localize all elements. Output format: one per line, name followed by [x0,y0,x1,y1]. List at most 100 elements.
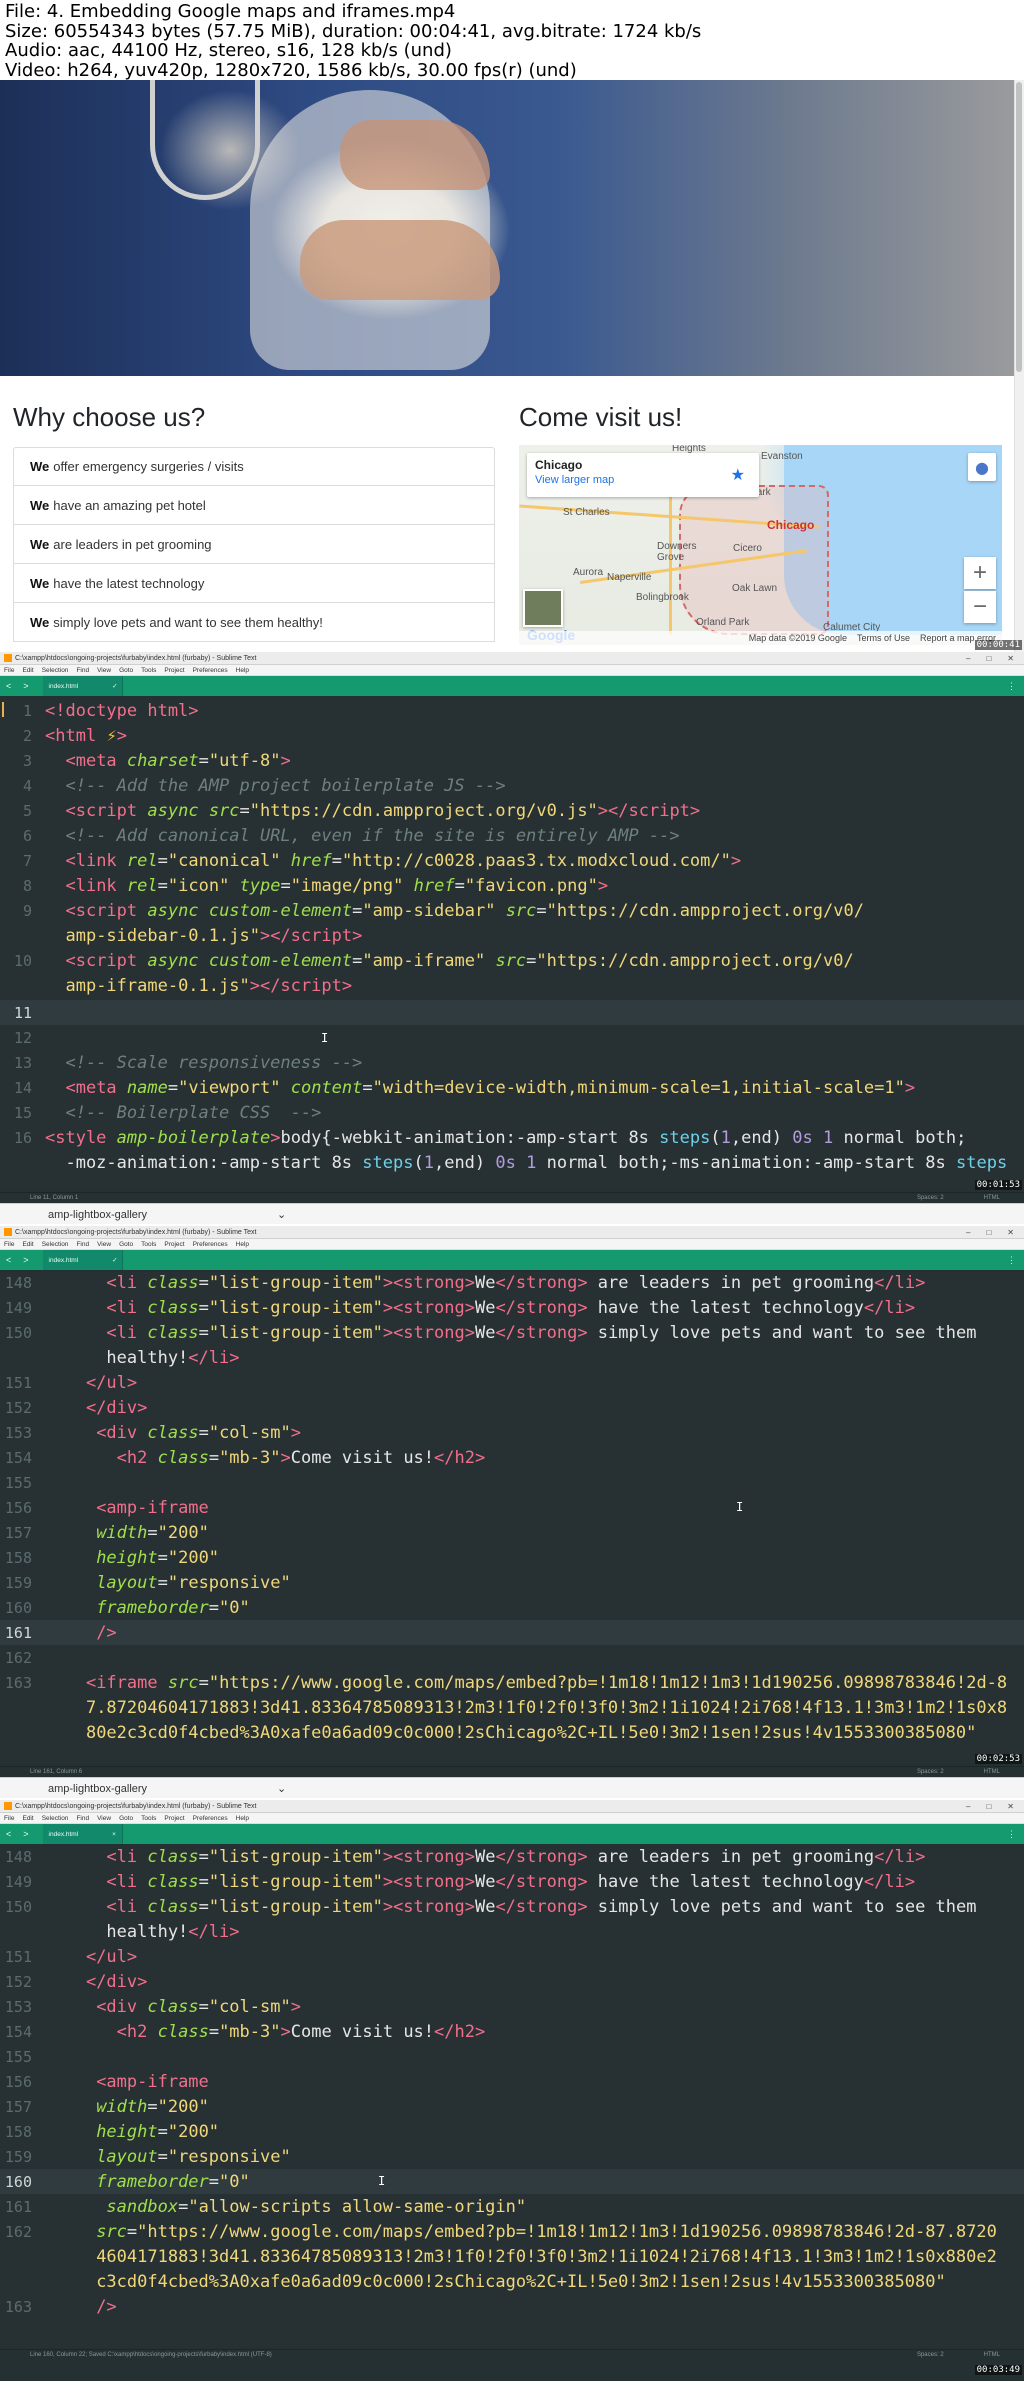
status-indent[interactable]: Spaces: 2 [917,1195,944,1201]
menu-selection[interactable]: Selection [42,667,69,674]
menu-file[interactable]: File [4,1241,14,1248]
status-syntax[interactable]: HTML [984,1195,1000,1201]
terms-link[interactable]: Terms of Use [857,633,910,643]
text-cursor-icon: I [736,1500,744,1514]
pegman-icon[interactable]: ● [968,453,996,481]
menu-edit[interactable]: Edit [22,667,33,674]
tab-close-icon[interactable]: ✓ [112,682,117,690]
maximize-icon[interactable]: □ [986,654,991,663]
hand-shape [340,120,490,190]
video-timestamp: 00:02:53 [974,1754,1022,1764]
file-name: File: 4. Embedding Google maps and ifram… [5,1,456,22]
menu-tools[interactable]: Tools [141,1241,156,1248]
map-label-downers-grove: Downers Grove [657,541,697,563]
back-icon[interactable]: < [6,1829,11,1839]
menu-tools[interactable]: Tools [141,1815,156,1822]
star-icon[interactable]: ★ [731,465,745,485]
tab-close-icon[interactable]: ✓ [112,1256,117,1264]
map-label-aurora: Aurora [573,567,604,578]
find-dropdown-icon[interactable]: ⌄ [277,1208,286,1221]
code-area[interactable]: 148 <li class="list-group-item"><strong>… [0,1846,1024,2347]
more-icon[interactable]: ⋮ [1007,1829,1024,1840]
status-indent[interactable]: Spaces: 2 [917,2352,944,2358]
status-syntax[interactable]: HTML [984,2352,1000,2358]
status-position: Line 161, Column 6 [30,1769,83,1775]
menu-tools[interactable]: Tools [141,667,156,674]
menu-preferences[interactable]: Preferences [193,667,228,674]
tab-bar: < > index.html ✓ ⋮ [0,1250,1024,1270]
menu-selection[interactable]: Selection [42,1815,69,1822]
forward-icon[interactable]: > [23,1829,28,1839]
menu-find[interactable]: Find [76,1241,89,1248]
menu-selection[interactable]: Selection [42,1241,69,1248]
close-icon[interactable]: ✕ [1007,1228,1014,1237]
zoom-out-button[interactable]: − [964,591,996,623]
menu-find[interactable]: Find [76,667,89,674]
close-icon[interactable]: ✕ [1007,654,1014,663]
tab-close-icon[interactable]: × [112,1831,116,1838]
find-bar: amp-lightbox-gallery ⌄ [0,1777,1024,1798]
menu-project[interactable]: Project [164,1241,184,1248]
menu-edit[interactable]: Edit [22,1241,33,1248]
back-icon[interactable]: < [6,1255,11,1265]
window-titlebar: C:\xampp\htdocs\ongoing-projects\furbaby… [0,1800,1024,1813]
page-scrollbar-thumb[interactable] [1016,82,1022,372]
back-icon[interactable]: < [6,681,11,691]
menu-help[interactable]: Help [236,1815,249,1822]
menu-help[interactable]: Help [236,667,249,674]
find-input[interactable]: amp-lightbox-gallery [48,1783,147,1795]
menu-project[interactable]: Project [164,667,184,674]
menu-file[interactable]: File [4,1815,14,1822]
text-cursor-icon: I [378,2174,386,2188]
code-area[interactable]: 148 <li class="list-group-item"><strong>… [0,1272,1024,1764]
maximize-icon[interactable]: □ [986,1228,991,1237]
place-name: Chicago [535,458,583,472]
tab-index-html[interactable]: index.html × [42,1824,123,1844]
google-map-embed[interactable]: Heights Evanston Chicago St Charles Down… [519,445,1002,645]
tab-index-html[interactable]: index.html ✓ [42,676,123,696]
more-icon[interactable]: ⋮ [1007,681,1024,692]
menu-goto[interactable]: Goto [119,667,133,674]
zoom-in-button[interactable]: + [964,557,996,589]
menu-file[interactable]: File [4,667,14,674]
find-input[interactable]: amp-lightbox-gallery [48,1209,147,1221]
code-area[interactable]: 1 <!doctype html> 2 <html ⚡> 3 <meta chars… [0,698,1024,1190]
find-dropdown-icon[interactable]: ⌄ [277,1782,286,1795]
status-syntax[interactable]: HTML [984,1769,1000,1775]
menu-bar: File Edit Selection Find View Goto Tools… [0,1239,1024,1250]
status-position: Line 160, Column 22; Saved C:\xampp\htdo… [30,2352,272,2358]
menu-find[interactable]: Find [76,1815,89,1822]
view-larger-map-link[interactable]: View larger map [535,474,751,486]
minimize-icon[interactable]: – [966,1228,970,1237]
map-label-orland-park: Orland Park [696,617,750,628]
menu-view[interactable]: View [97,667,111,674]
video-timestamp: 00:03:49 [974,2365,1022,2375]
status-position: Line 11, Column 1 [30,1195,79,1201]
menu-view[interactable]: View [97,1815,111,1822]
minimize-icon[interactable]: – [966,654,970,663]
more-icon[interactable]: ⋮ [1007,1255,1024,1266]
window-titlebar: C:\xampp\htdocs\ongoing-projects\furbaby… [0,1226,1024,1239]
reasons-list: We offer emergency surgeries / visits We h… [13,447,495,642]
menu-bar: File Edit Selection Find View Goto Tools… [0,665,1024,676]
menu-preferences[interactable]: Preferences [193,1815,228,1822]
status-indent[interactable]: Spaces: 2 [917,1769,944,1775]
tab-index-html[interactable]: index.html ✓ [42,1250,123,1270]
menu-preferences[interactable]: Preferences [193,1241,228,1248]
minimize-icon[interactable]: – [966,1802,970,1811]
forward-icon[interactable]: > [23,681,28,691]
window-title: C:\xampp\htdocs\ongoing-projects\furbaby… [15,1802,257,1810]
menu-goto[interactable]: Goto [119,1241,133,1248]
maximize-icon[interactable]: □ [986,1802,991,1811]
menu-help[interactable]: Help [236,1241,249,1248]
sublime-icon [4,1228,12,1236]
file-info: File: 4. Embedding Google maps and ifram… [0,0,1024,80]
menu-edit[interactable]: Edit [22,1815,33,1822]
menu-view[interactable]: View [97,1241,111,1248]
satellite-toggle[interactable] [523,589,563,627]
arm-shape [300,220,500,300]
forward-icon[interactable]: > [23,1255,28,1265]
close-icon[interactable]: ✕ [1007,1802,1014,1811]
menu-project[interactable]: Project [164,1815,184,1822]
menu-goto[interactable]: Goto [119,1815,133,1822]
